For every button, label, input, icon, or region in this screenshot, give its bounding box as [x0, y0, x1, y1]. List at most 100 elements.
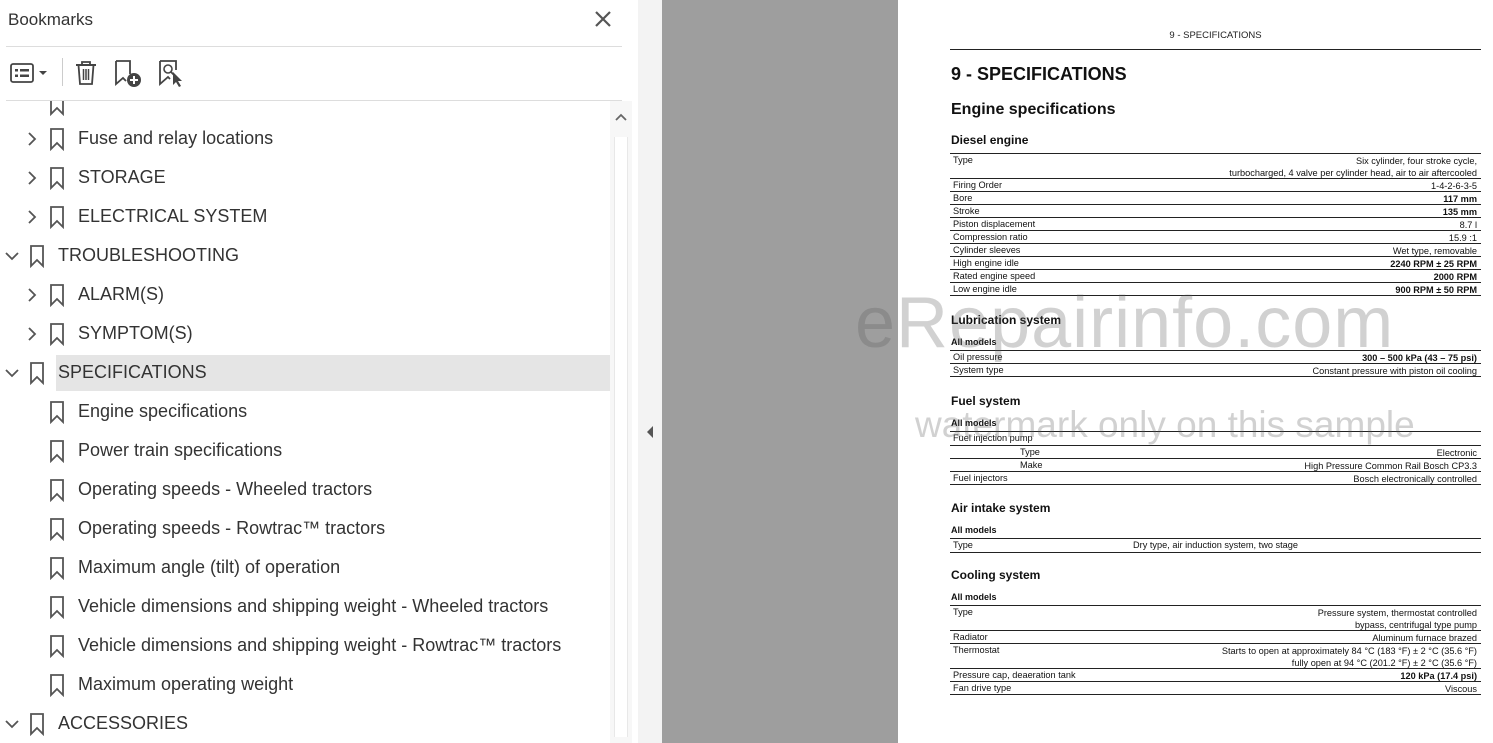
chevron-right-icon[interactable] — [24, 170, 40, 186]
collapse-arrow-icon[interactable] — [645, 424, 655, 440]
bookmark-item[interactable]: Operating speeds - Rowtrac™ tractors — [0, 511, 610, 547]
panel-splitter[interactable] — [638, 0, 662, 743]
bookmark-item[interactable]: STORAGE — [0, 160, 610, 196]
bookmark-item[interactable]: Vehicle dimensions and shipping weight -… — [0, 589, 610, 625]
bookmark-label: Operating speeds - Wheeled tractors — [78, 479, 373, 499]
bookmark-item[interactable]: Power train specifications — [0, 433, 610, 469]
spec-value: 2000 RPM — [1434, 271, 1477, 283]
spec-value: 135 mm — [1443, 206, 1477, 218]
spec-value-line: Bosch electronically controlled — [1353, 474, 1477, 484]
toolbar-divider — [62, 58, 63, 86]
spec-row: Low engine idle 900 RPM ± 50 RPM — [950, 283, 1481, 296]
chevron-right-icon[interactable] — [24, 131, 40, 147]
bookmark-item[interactable]: Fuse and relay locations — [0, 121, 610, 157]
spec-name: System type — [953, 365, 1004, 375]
cooling-heading: Cooling system — [951, 568, 1041, 582]
bookmark-item-partial[interactable] — [0, 101, 610, 122]
bookmark-icon — [50, 440, 64, 463]
spec-name: Make — [1020, 460, 1043, 470]
bookmark-item[interactable]: Operating speeds - Wheeled tractors — [0, 472, 610, 508]
bookmark-item[interactable]: Vehicle dimensions and shipping weight -… — [0, 628, 610, 664]
spec-value-line: Six cylinder, four stroke cycle, — [1355, 156, 1477, 166]
close-icon[interactable] — [592, 8, 614, 30]
chevron-up-icon[interactable] — [613, 109, 629, 125]
list-options-icon[interactable] — [6, 56, 52, 90]
bookmark-item[interactable]: ACCESSORIES — [0, 706, 610, 742]
bookmark-label: ACCESSORIES — [58, 713, 189, 733]
spec-row: Compression ratio 15.9 :1 — [950, 231, 1481, 244]
spec-value: Wet type, removable — [1393, 245, 1477, 257]
spec-value: Viscous — [1445, 683, 1477, 695]
spec-row: Stroke 135 mm — [950, 205, 1481, 218]
chevron-right-icon[interactable] — [24, 209, 40, 225]
chevron-down-icon[interactable] — [4, 365, 20, 381]
spec-row: Make High Pressure Common Rail Bosch CP3.… — [950, 459, 1481, 472]
air-intake-heading: Air intake system — [951, 501, 1051, 515]
add-bookmark-icon[interactable] — [110, 56, 146, 90]
spec-row: Pressure cap, deaeration tank 120 kPa (17… — [950, 669, 1481, 682]
bookmark-icon — [50, 674, 64, 697]
spec-value-line: Aluminum furnace brazed — [1372, 633, 1477, 643]
spec-value: Pressure system, thermostat controlled by… — [1318, 607, 1477, 631]
spec-row: High engine idle 2240 RPM ± 25 RPM — [950, 257, 1481, 270]
bookmark-icon — [50, 401, 64, 424]
spec-value: Dry type, air induction system, two stag… — [1133, 540, 1298, 550]
spec-name: Stroke — [953, 206, 980, 216]
running-head: 9 - SPECIFICATIONS — [1169, 30, 1262, 41]
panel-title: Bookmarks — [8, 10, 94, 29]
bookmark-icon — [50, 635, 64, 658]
trash-icon[interactable] — [70, 56, 102, 90]
spec-name: Compression ratio — [953, 232, 1028, 242]
scrollbar[interactable] — [610, 101, 632, 743]
bookmark-item[interactable]: Maximum angle (tilt) of operation — [0, 550, 610, 586]
spec-name: Low engine idle — [953, 284, 1017, 294]
spec-value-line: 120 kPa (17.4 psi) — [1400, 671, 1477, 681]
bookmark-label: Vehicle dimensions and shipping weight -… — [78, 596, 549, 616]
bookmark-label: Maximum operating weight — [78, 674, 294, 694]
bookmark-label: Maximum angle (tilt) of operation — [78, 557, 341, 577]
header-rule — [950, 49, 1481, 50]
bookmark-item[interactable]: Engine specifications — [0, 394, 610, 430]
spec-name: Fuel injectors — [953, 473, 1008, 483]
spec-row: Thermostat Starts to open at approximatel… — [950, 644, 1481, 669]
bookmark-label: Operating speeds - Rowtrac™ tractors — [78, 518, 386, 538]
chevron-down-icon[interactable] — [4, 716, 20, 732]
spec-row: Firing Order 1-4-2-6-3-5 — [950, 179, 1481, 192]
spec-row: Rated engine speed 2000 RPM — [950, 270, 1481, 283]
bookmark-icon — [50, 101, 64, 116]
bookmark-item[interactable]: ELECTRICAL SYSTEM — [0, 199, 610, 235]
bookmark-label: Power train specifications — [78, 440, 283, 460]
spec-value: Constant pressure with piston oil coolin… — [1313, 365, 1477, 377]
spec-row: Fuel injectors Bosch electronically contr… — [950, 472, 1481, 485]
spec-name: High engine idle — [953, 258, 1019, 268]
bookmark-item[interactable]: SPECIFICATIONS — [0, 355, 610, 391]
spec-row: Oil pressure 300 – 500 kPa (43 – 75 psi) — [950, 351, 1481, 364]
spec-value-line: Viscous — [1444, 684, 1477, 694]
spec-value-line: Pressure system, thermostat controlled — [1317, 608, 1477, 618]
bookmark-item[interactable]: ALARM(S) — [0, 277, 610, 313]
spec-name: Firing Order — [953, 180, 1003, 190]
spec-name: Radiator — [953, 632, 988, 642]
chevron-down-icon[interactable] — [4, 248, 20, 264]
scrollbar-thumb[interactable] — [614, 137, 628, 737]
spec-value: 1-4-2-6-3-5 — [1431, 180, 1477, 192]
bookmark-item[interactable]: Maximum operating weight — [0, 667, 610, 703]
bookmark-item[interactable]: TROUBLESHOOTING — [0, 238, 610, 274]
spec-value-line: High Pressure Common Rail Bosch CP3.3 — [1304, 461, 1477, 471]
chevron-right-icon[interactable] — [24, 326, 40, 342]
spec-name: Piston displacement — [953, 219, 1036, 229]
spec-value: 15.9 :1 — [1449, 232, 1477, 244]
spec-value-line: 2000 RPM — [1433, 272, 1477, 282]
spec-row: Piston displacement 8.7 l — [950, 218, 1481, 231]
spec-row: Type Pressure system, thermostat controll… — [950, 606, 1481, 631]
find-bookmark-icon[interactable] — [154, 56, 188, 90]
all-models-label: All models — [951, 418, 997, 428]
bookmark-icon — [50, 128, 64, 151]
bookmark-label: TROUBLESHOOTING — [58, 245, 240, 265]
spec-name: Bore — [953, 193, 973, 203]
spec-value-line: 2240 RPM ± 25 RPM — [1390, 259, 1477, 269]
spec-row: Cylinder sleeves Wet type, removable — [950, 244, 1481, 257]
spec-name: Rated engine speed — [953, 271, 1036, 281]
bookmark-item[interactable]: SYMPTOM(S) — [0, 316, 610, 352]
chevron-right-icon[interactable] — [24, 287, 40, 303]
